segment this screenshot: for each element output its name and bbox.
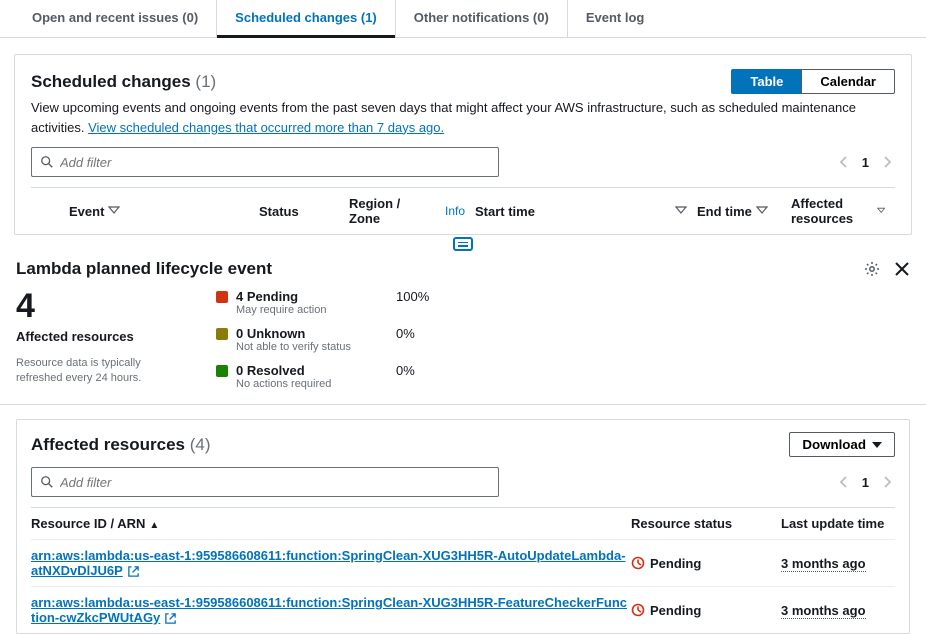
sort-icon bbox=[108, 205, 120, 217]
search-icon bbox=[40, 155, 54, 169]
last-update-time: 3 months ago bbox=[781, 603, 866, 619]
view-toggle: Table Calendar bbox=[731, 69, 895, 94]
events-table-header: Event Status Region / Zone Info Start ti… bbox=[31, 187, 895, 234]
caret-down-icon bbox=[872, 440, 882, 450]
filter-input[interactable] bbox=[60, 155, 490, 170]
resource-stats: 4 Affected resources Resource data is ty… bbox=[0, 289, 926, 405]
resource-status: Pending bbox=[650, 603, 701, 618]
last-update-time: 3 months ago bbox=[781, 556, 866, 572]
sort-icon bbox=[675, 205, 687, 217]
stat-count: 4 Pending bbox=[236, 289, 396, 304]
external-link-icon bbox=[164, 612, 177, 625]
search-icon bbox=[40, 475, 54, 489]
stat-row: 4 PendingMay require action100% bbox=[216, 289, 429, 316]
col-resource-status[interactable]: Resource status bbox=[631, 516, 781, 531]
external-link-icon bbox=[127, 565, 140, 578]
pending-icon bbox=[631, 556, 645, 570]
filter-input-container[interactable] bbox=[31, 147, 499, 177]
split-handle-icon bbox=[453, 237, 473, 251]
region-info-link[interactable]: Info bbox=[445, 204, 465, 218]
resource-arn-link[interactable]: arn:aws:lambda:us-east-1:959586608611:fu… bbox=[31, 548, 626, 578]
sort-icon bbox=[756, 205, 768, 217]
col-affected-resources[interactable]: Affected resources bbox=[791, 196, 895, 226]
status-dot bbox=[216, 291, 228, 303]
main-tabs: Open and recent issues (0) Scheduled cha… bbox=[0, 0, 926, 38]
stat-count: 0 Unknown bbox=[236, 326, 396, 341]
affected-label: Affected resources bbox=[16, 329, 176, 344]
stat-pct: 0% bbox=[396, 363, 415, 378]
stat-pct: 100% bbox=[396, 289, 429, 304]
calendar-view-button[interactable]: Calendar bbox=[801, 69, 895, 94]
col-last-update[interactable]: Last update time bbox=[781, 516, 895, 531]
page-number: 1 bbox=[862, 475, 869, 490]
resources-filter-container[interactable] bbox=[31, 467, 499, 497]
detail-header: Lambda planned lifecycle event bbox=[0, 253, 926, 289]
tab-other-notifications[interactable]: Other notifications (0) bbox=[396, 0, 568, 37]
next-page-icon[interactable] bbox=[879, 474, 895, 490]
col-region[interactable]: Region / Zone Info bbox=[349, 196, 475, 226]
affected-resources-panel: Affected resources (4) Download 1 Resour… bbox=[16, 419, 910, 634]
tab-event-log[interactable]: Event log bbox=[568, 0, 663, 37]
panel-title-count: (1) bbox=[195, 72, 216, 91]
resource-row: arn:aws:lambda:us-east-1:959586608611:fu… bbox=[31, 586, 895, 633]
stat-count: 0 Resolved bbox=[236, 363, 396, 378]
col-resource-id[interactable]: Resource ID / ARN▲ bbox=[31, 516, 631, 531]
view-older-link[interactable]: View scheduled changes that occurred mor… bbox=[88, 120, 444, 135]
col-start-time[interactable]: Start time bbox=[475, 204, 697, 219]
gear-icon[interactable] bbox=[864, 261, 880, 277]
prev-page-icon[interactable] bbox=[836, 154, 852, 170]
stat-pct: 0% bbox=[396, 326, 415, 341]
col-end-time[interactable]: End time bbox=[697, 204, 791, 219]
resources-table-header: Resource ID / ARN▲ Resource status Last … bbox=[31, 507, 895, 539]
stat-sub: No actions required bbox=[236, 378, 396, 390]
stat-sub: May require action bbox=[236, 304, 396, 316]
stat-sub: Not able to verify status bbox=[236, 341, 396, 353]
stat-row: 0 ResolvedNo actions required0% bbox=[216, 363, 429, 390]
resource-row: arn:aws:lambda:us-east-1:959586608611:fu… bbox=[31, 539, 895, 586]
sort-icon bbox=[877, 205, 885, 217]
resource-arn-link[interactable]: arn:aws:lambda:us-east-1:959586608611:fu… bbox=[31, 595, 627, 625]
detail-title: Lambda planned lifecycle event bbox=[16, 259, 272, 279]
status-dot bbox=[216, 365, 228, 377]
col-event[interactable]: Event bbox=[69, 204, 259, 219]
prev-page-icon[interactable] bbox=[836, 474, 852, 490]
col-status[interactable]: Status bbox=[259, 204, 349, 219]
panel-title: Scheduled changes (1) bbox=[31, 72, 216, 92]
panel-description: View upcoming events and ongoing events … bbox=[31, 98, 895, 137]
tab-scheduled-changes[interactable]: Scheduled changes (1) bbox=[217, 0, 396, 37]
resources-pagination: 1 bbox=[836, 474, 895, 490]
close-icon[interactable] bbox=[894, 261, 910, 277]
resources-filter-input[interactable] bbox=[60, 475, 490, 490]
stat-row: 0 UnknownNot able to verify status0% bbox=[216, 326, 429, 353]
page-number: 1 bbox=[862, 155, 869, 170]
table-view-button[interactable]: Table bbox=[731, 69, 802, 94]
panel-title-text: Scheduled changes bbox=[31, 72, 191, 91]
next-page-icon[interactable] bbox=[879, 154, 895, 170]
scheduled-changes-panel: Scheduled changes (1) Table Calendar Vie… bbox=[14, 54, 912, 235]
pending-icon bbox=[631, 603, 645, 617]
tab-open-issues[interactable]: Open and recent issues (0) bbox=[14, 0, 217, 37]
resource-status: Pending bbox=[650, 556, 701, 571]
resources-title: Affected resources (4) bbox=[31, 435, 211, 455]
refresh-note: Resource data is typically refreshed eve… bbox=[16, 356, 176, 387]
pagination: 1 bbox=[836, 154, 895, 170]
status-dot bbox=[216, 328, 228, 340]
sort-asc-icon: ▲ bbox=[149, 520, 159, 531]
affected-count: 4 bbox=[16, 289, 176, 323]
download-button[interactable]: Download bbox=[789, 432, 895, 457]
split-panel-handle[interactable] bbox=[0, 237, 926, 251]
